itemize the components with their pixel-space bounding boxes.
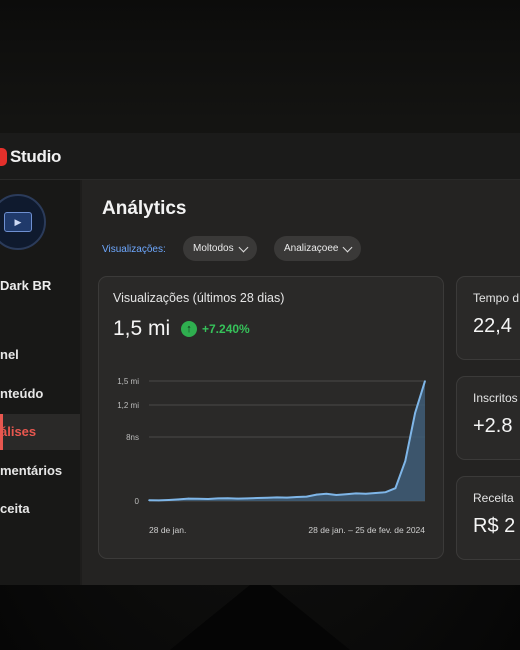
side-card-watch-time[interactable]: Tempo d 22,4	[456, 276, 520, 360]
data-point	[197, 498, 200, 500]
data-point	[384, 491, 387, 493]
data-point	[148, 499, 150, 501]
sidebar-item-label: álises	[0, 424, 37, 439]
sidebar-item-conteudo[interactable]: nteúdo	[0, 376, 80, 412]
channel-name: Dark BR	[0, 278, 52, 293]
wall-shadow	[0, 0, 520, 140]
sidebar-item-analises[interactable]: álises	[0, 414, 80, 450]
data-point	[315, 493, 318, 496]
views-chart[interactable]: 1,5 mi 1,2 mi 8ns 0 28 de jan. 28 de jan. – 2…	[109, 367, 439, 547]
x-range-label: 28 de jan. – 25 de fev. de 2024	[308, 525, 425, 535]
app-name: Studio	[10, 147, 62, 166]
data-point	[414, 412, 416, 414]
filter-dropdown-1[interactable]: Moltodos	[183, 236, 257, 261]
side-card-title: Inscritos	[473, 391, 518, 405]
delta-text: +7.240%	[202, 322, 250, 336]
top-bar: Studio	[0, 133, 520, 180]
page-title: Análytics	[102, 198, 187, 219]
views-delta: ↑ +7.240%	[181, 321, 250, 337]
side-card-revenue[interactable]: Receita R$ 2	[456, 476, 520, 560]
y-tick-label: 8ns	[126, 433, 139, 442]
data-point	[424, 380, 426, 382]
data-point	[365, 493, 367, 495]
youtube-logo-icon	[0, 148, 7, 166]
sidebar-item-label: mentários	[0, 463, 63, 478]
data-point	[374, 492, 377, 494]
filter-label: Visualizações:	[102, 244, 166, 255]
views-card[interactable]: Visualizações (últimos 28 dias) 1,5 mi ↑…	[98, 276, 444, 559]
data-point	[335, 494, 338, 496]
data-point	[276, 496, 278, 499]
side-card-subscribers[interactable]: Inscritos +2.8	[456, 376, 520, 460]
card-title: Visualizações (últimos 28 dias)	[113, 291, 285, 305]
area-fill	[149, 381, 425, 501]
monitor-screen: Studio ▶ Dark BR nel nteúdo álises mentá…	[0, 133, 520, 585]
data-point	[158, 499, 160, 502]
sidebar-item-label: nel	[0, 347, 19, 362]
data-point	[404, 460, 407, 462]
views-value: 1,5 mi	[113, 317, 171, 340]
filter-dropdown-label: Moltodos	[193, 243, 234, 254]
data-point	[296, 496, 298, 498]
chevron-down-icon	[238, 242, 249, 252]
side-card-title: Tempo d	[473, 291, 520, 305]
y-tick-label: 1,2 mi	[117, 401, 139, 410]
data-point	[286, 496, 288, 499]
data-point	[325, 493, 328, 495]
side-card-value: R$ 2	[473, 515, 516, 537]
sidebar: ▶ Dark BR nel nteúdo álises mentários ce…	[0, 180, 80, 585]
sidebar-item-label: nteúdo	[0, 386, 44, 401]
data-point	[207, 498, 209, 500]
sidebar-item-canal[interactable]: nel	[0, 337, 80, 373]
data-point	[227, 497, 229, 499]
data-point	[355, 492, 357, 495]
sidebar-item-comentarios[interactable]: mentários	[0, 453, 80, 489]
filter-dropdown-label: Analizaçoee	[284, 243, 339, 254]
side-card-value: +2.8	[473, 415, 513, 437]
series-line	[148, 380, 426, 502]
side-card-title: Receita	[473, 491, 514, 505]
data-point	[236, 497, 239, 500]
studio-logo[interactable]: Studio	[0, 147, 61, 167]
side-card-value: 22,4	[473, 315, 512, 337]
data-point	[345, 493, 347, 495]
data-point	[167, 499, 170, 501]
data-point	[266, 497, 269, 499]
monitor-stand	[170, 585, 350, 650]
data-point	[394, 487, 397, 489]
data-point	[246, 497, 249, 500]
sidebar-item-receita[interactable]: ceita	[0, 491, 80, 527]
play-icon: ▶	[4, 212, 32, 232]
main-content: Análytics Visualizações: Moltodos Analiz…	[82, 180, 520, 585]
data-point	[305, 495, 308, 498]
channel-avatar[interactable]: ▶	[0, 194, 46, 250]
y-tick-label: 0	[135, 497, 140, 506]
filter-dropdown-2[interactable]: Analizaçoee	[274, 236, 362, 261]
data-point	[177, 498, 180, 501]
data-point	[256, 497, 259, 499]
y-tick-label: 1,5 mi	[117, 377, 139, 386]
arrow-up-icon: ↑	[181, 321, 197, 337]
x-start-label: 28 de jan.	[149, 525, 186, 535]
chevron-down-icon	[343, 242, 353, 252]
sidebar-item-label: ceita	[0, 501, 30, 516]
data-point	[187, 497, 190, 500]
data-point	[217, 497, 219, 500]
